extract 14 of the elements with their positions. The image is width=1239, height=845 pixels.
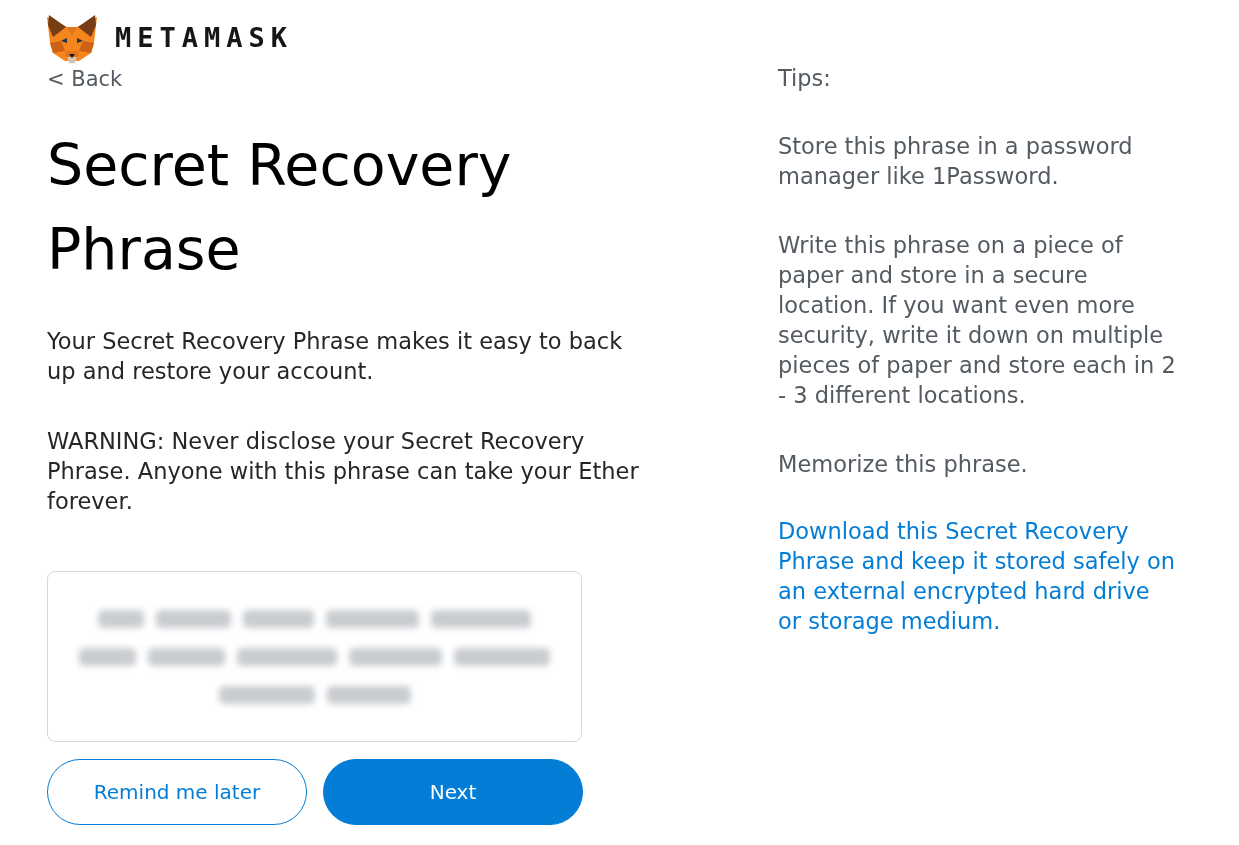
tip-text: Store this phrase in a password manager like 1Password. xyxy=(778,132,1134,191)
tips-heading: Tips: xyxy=(778,66,831,90)
back-link[interactable]: < Back xyxy=(47,66,123,92)
fox-logo-icon xyxy=(47,15,97,63)
tip-text: Memorize this phrase. xyxy=(778,450,1028,479)
tip-text: Write this phrase on a piece of paper and store in a secure location. If you want even more security, write it down on multiple pieces of paper and store each in 2 - 3 different locations. xyxy=(778,231,1177,410)
page-title: Secret Recovery Phrase xyxy=(47,131,513,284)
secret-phrase-panel[interactable] xyxy=(47,571,582,742)
body-text: WARNING: Never disclose your Secret Recovery Phrase. Anyone with this phrase can take your Ether forever. xyxy=(47,427,640,516)
body-text: Your Secret Recovery Phrase makes it easy to back up and restore your account. xyxy=(47,327,624,386)
remind-later-button[interactable]: Remind me later xyxy=(47,759,307,825)
download-link[interactable]: Download this Secret Recovery Phrase and keep it stored safely on an external encrypted hard drive or storage medium. xyxy=(778,516,1177,636)
brand-wordmark: METAMASK xyxy=(115,23,294,53)
next-button[interactable]: Next xyxy=(323,759,583,825)
